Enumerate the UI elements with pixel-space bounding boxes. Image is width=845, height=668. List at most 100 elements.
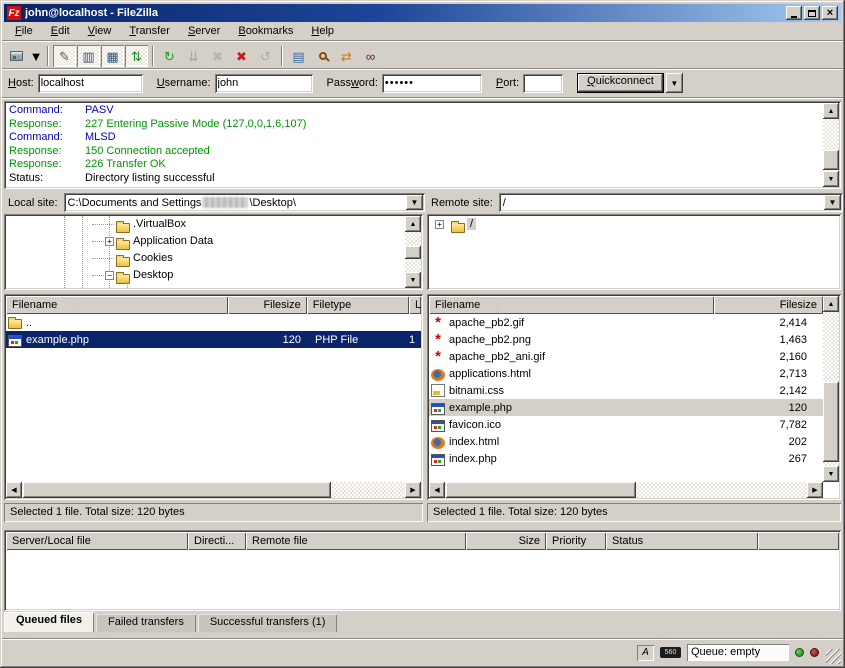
menu-item-help[interactable]: Help: [302, 24, 343, 40]
file-row[interactable]: *apache_pb2.png1,463: [429, 331, 823, 348]
remote-site-combo[interactable]: /: [499, 193, 843, 212]
column-header-server-local-file[interactable]: Server/Local file: [6, 532, 188, 550]
toggle-local-tree-icon[interactable]: ▥: [77, 45, 100, 67]
title-bar[interactable]: Fz john@localhost - FileZilla ×: [4, 4, 841, 22]
log-line: Response:227 Entering Passive Mode (127,…: [9, 118, 819, 132]
log-text: PASV: [85, 104, 114, 118]
column-header-remote-file[interactable]: Remote file: [246, 532, 466, 550]
remote-v-scrollbar[interactable]: ▲ ▼: [823, 296, 839, 482]
column-header-filesize[interactable]: Filesize: [228, 296, 307, 314]
column-header-filesize[interactable]: Filesize: [714, 296, 823, 314]
column-header-filetype[interactable]: Filetype: [307, 296, 409, 314]
file-row[interactable]: example.php120PHP File1: [6, 331, 421, 348]
expander-minus-icon[interactable]: −: [105, 271, 114, 280]
menu-item-transfer[interactable]: Transfer: [120, 24, 179, 40]
password-input[interactable]: [382, 74, 482, 93]
port-input[interactable]: [523, 74, 563, 93]
toggle-remote-tree-icon[interactable]: ▦: [101, 45, 124, 67]
tab-failed-transfers[interactable]: Failed transfers: [96, 614, 196, 632]
file-row[interactable]: example.php120: [429, 399, 823, 416]
tab-successful-transfers-1[interactable]: Successful transfers (1): [198, 614, 338, 632]
scrollbar-thumb[interactable]: [823, 382, 839, 462]
minimize-button[interactable]: [786, 6, 802, 20]
file-row[interactable]: bitnami.css2,142: [429, 382, 823, 399]
tree-item[interactable]: +Application Data: [6, 233, 405, 250]
scroll-down-icon[interactable]: ▼: [823, 171, 839, 187]
column-header-size[interactable]: Size: [466, 532, 546, 550]
scroll-up-icon[interactable]: ▲: [405, 216, 421, 232]
scrollbar-thumb[interactable]: [823, 150, 839, 170]
tree-item[interactable]: −Desktop: [6, 267, 405, 284]
column-header-priority[interactable]: Priority: [546, 532, 606, 550]
process-queue-icon[interactable]: ⇊: [182, 45, 205, 67]
file-size: 120: [711, 402, 817, 414]
menu-item-file[interactable]: File: [6, 24, 42, 40]
menu-item-server[interactable]: Server: [179, 24, 229, 40]
scroll-right-icon[interactable]: ▶: [405, 482, 421, 498]
cancel-icon-glyph: ✖: [212, 50, 223, 63]
quickconnect-button[interactable]: Quickconnect: [577, 73, 664, 93]
scrollbar-thumb[interactable]: [446, 482, 636, 498]
local-site-combo[interactable]: C:\Documents and Settings\Desktop\: [64, 193, 425, 212]
log-lines: Command:PASVResponse:227 Entering Passiv…: [9, 104, 819, 186]
resize-grip[interactable]: [826, 649, 841, 664]
filter-icon[interactable]: ▤: [287, 45, 310, 67]
quickconnect-dropdown[interactable]: ▼: [666, 73, 683, 93]
scroll-up-icon[interactable]: ▲: [823, 103, 839, 119]
search-icon[interactable]: ∞: [359, 45, 382, 67]
file-row[interactable]: ..: [6, 314, 421, 331]
file-row[interactable]: *apache_pb2_ani.gif2,160: [429, 348, 823, 365]
tree-item[interactable]: .VirtualBox: [6, 216, 405, 233]
sync-browsing-icon[interactable]: ⇄: [335, 45, 358, 67]
tree-item[interactable]: +/: [429, 216, 839, 233]
close-button[interactable]: ×: [822, 6, 838, 20]
file-row[interactable]: index.php267: [429, 450, 823, 467]
scroll-down-icon[interactable]: ▼: [823, 466, 839, 482]
expander-plus-icon[interactable]: +: [105, 237, 114, 246]
toggle-queue-icon[interactable]: ⇅: [125, 45, 148, 67]
maximize-button[interactable]: [804, 6, 820, 20]
tree-item[interactable]: Cookies: [6, 250, 405, 267]
column-header-directi[interactable]: Directi...: [188, 532, 246, 550]
file-row[interactable]: *apache_pb2.gif2,414: [429, 314, 823, 331]
toggle-message-log-icon[interactable]: ✎: [53, 45, 76, 67]
compare-icon[interactable]: [311, 45, 334, 67]
sort-ascending-icon: [71, 302, 79, 309]
log-scrollbar[interactable]: ▲ ▼: [823, 103, 839, 187]
remote-h-scrollbar[interactable]: ◀ ▶: [429, 482, 823, 498]
local-site-dropdown[interactable]: ▼: [406, 195, 423, 210]
menu-item-bookmarks[interactable]: Bookmarks: [229, 24, 302, 40]
scroll-right-icon[interactable]: ▶: [807, 482, 823, 498]
transfer-type-icon[interactable]: A: [637, 645, 654, 661]
scrollbar-thumb[interactable]: [23, 482, 331, 498]
column-header-filename[interactable]: Filename: [429, 296, 714, 314]
menu-item-view[interactable]: View: [79, 24, 121, 40]
column-header-filename[interactable]: Filename: [6, 296, 228, 314]
host-input[interactable]: [38, 74, 143, 93]
column-header-blank[interactable]: [758, 532, 839, 550]
disconnect-icon[interactable]: ✖: [230, 45, 253, 67]
remote-site-dropdown[interactable]: ▼: [824, 195, 841, 210]
speed-limits-icon[interactable]: 560: [660, 647, 681, 658]
column-header-status[interactable]: Status: [606, 532, 758, 550]
username-input[interactable]: [215, 74, 313, 93]
local-tree-scrollbar[interactable]: ▲ ▼: [405, 216, 421, 288]
column-header-l[interactable]: L: [409, 296, 421, 314]
cancel-icon[interactable]: ✖: [206, 45, 229, 67]
menu-item-edit[interactable]: Edit: [42, 24, 79, 40]
scroll-left-icon[interactable]: ◀: [6, 482, 22, 498]
tab-queued-files[interactable]: Queued files: [4, 612, 94, 632]
site-manager-dropdown[interactable]: ▼: [29, 45, 43, 67]
scroll-left-icon[interactable]: ◀: [429, 482, 445, 498]
scroll-up-icon[interactable]: ▲: [823, 296, 839, 312]
local-h-scrollbar[interactable]: ◀ ▶: [6, 482, 421, 498]
site-manager-icon[interactable]: [5, 45, 28, 67]
file-row[interactable]: applications.html2,713: [429, 365, 823, 382]
reconnect-icon[interactable]: ↺: [254, 45, 277, 67]
scrollbar-thumb[interactable]: [405, 246, 421, 259]
file-row[interactable]: index.html202: [429, 433, 823, 450]
file-row[interactable]: favicon.ico7,782: [429, 416, 823, 433]
expander-plus-icon[interactable]: +: [435, 220, 444, 229]
refresh-icon[interactable]: ↻: [158, 45, 181, 67]
scroll-down-icon[interactable]: ▼: [405, 272, 421, 288]
